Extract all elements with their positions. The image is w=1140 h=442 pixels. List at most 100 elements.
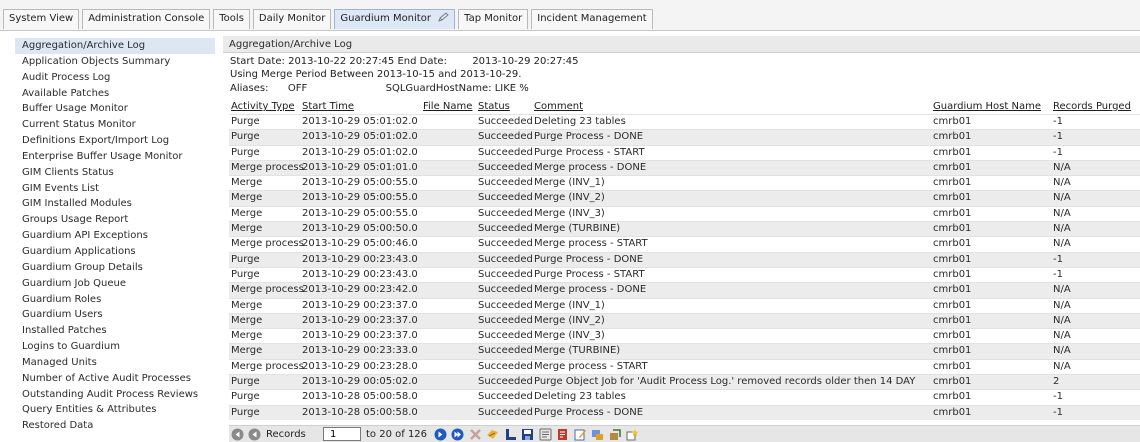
sidebar-item-guardium-job-queue[interactable]: Guardium Job Queue — [15, 276, 215, 292]
cell-host-name: cmrb01 — [933, 360, 972, 372]
edit-icon[interactable] — [574, 428, 587, 441]
column-records-purged[interactable]: Records Purged — [1053, 100, 1131, 114]
cell-activity-type: Merge process — [231, 161, 304, 173]
sidebar-item-current-status-monitor[interactable]: Current Status Monitor — [15, 117, 215, 133]
table-row[interactable]: Purge 2013-10-29 05:01:02.0 Succeeded Purge… — [229, 144, 1140, 160]
sidebar-item-query-entities-attributes[interactable]: Query Entities & Attributes — [15, 402, 215, 418]
tab-system-view[interactable]: System View — [3, 9, 80, 29]
next-page-icon[interactable] — [434, 428, 447, 441]
sidebar-item-enterprise-buffer-usage-monitor[interactable]: Enterprise Buffer Usage Monitor — [15, 149, 215, 165]
table-row[interactable]: Merge 2013-10-29 05:00:50.0 Succeeded Merge… — [229, 221, 1140, 237]
cell-status: Succeeded — [478, 268, 533, 280]
sidebar-item-outstanding-audit-process-reviews[interactable]: Outstanding Audit Process Reviews — [15, 387, 215, 403]
sidebar-item-available-patches[interactable]: Available Patches — [15, 86, 215, 102]
table-row[interactable]: Purge 2013-10-29 00:23:43.0 Succeeded Purge… — [229, 266, 1140, 282]
cell-activity-type: Merge — [231, 177, 263, 189]
save-icon[interactable] — [521, 428, 534, 441]
export-icon[interactable] — [539, 428, 552, 441]
pencil-icon[interactable] — [437, 12, 449, 22]
column-guardium-host-name[interactable]: Guardium Host Name — [933, 100, 1041, 114]
sidebar-item-logins-to-guardium[interactable]: Logins to Guardium — [15, 339, 215, 355]
cell-records-purged: 2 — [1053, 376, 1060, 388]
cell-status: Succeeded — [478, 299, 533, 311]
table-row[interactable]: Merge 2013-10-29 00:23:37.0 Succeeded Merge… — [229, 312, 1140, 329]
favorite-icon[interactable] — [626, 428, 639, 441]
sidebar-item-restored-data[interactable]: Restored Data — [15, 418, 215, 434]
cell-start-time: 2013-10-29 05:00:50.0 — [302, 223, 418, 235]
cell-host-name: cmrb01 — [933, 161, 972, 173]
table-row[interactable]: Purge 2013-10-28 05:00:58.0 Succeeded Delet… — [229, 389, 1140, 404]
sidebar-item-groups-usage-report[interactable]: Groups Usage Report — [15, 212, 215, 228]
sidebar-item-guardium-api-exceptions[interactable]: Guardium API Exceptions — [15, 228, 215, 244]
customize-icon[interactable] — [609, 428, 622, 441]
table-row[interactable]: Merge 2013-10-29 05:00:55.0 Succeeded Merge… — [229, 190, 1140, 206]
aliases-value: OFF — [287, 83, 308, 94]
table-row[interactable]: Merge 2013-10-29 00:23:33.0 Succeeded Merge… — [229, 343, 1140, 359]
tab-administration-console[interactable]: Administration Console — [82, 9, 211, 29]
table-row[interactable]: Merge 2013-10-29 05:00:55.0 Succeeded Merge… — [229, 205, 1140, 221]
sidebar-item-guardium-roles[interactable]: Guardium Roles — [15, 292, 215, 308]
delete-icon[interactable] — [469, 428, 482, 441]
cell-comment: Purge Process - DONE — [534, 253, 644, 265]
sidebar-item-gim-clients-status[interactable]: GIM Clients Status — [15, 165, 215, 181]
page-number-input[interactable] — [323, 427, 361, 441]
merge-period: Using Merge Period Between 2013-10-15 an… — [230, 69, 522, 80]
table-row[interactable]: Merge 2013-10-29 00:23:37.0 Succeeded Merge… — [229, 328, 1140, 343]
column-comment[interactable]: Comment — [534, 100, 583, 114]
table-row[interactable]: Merge 2013-10-29 05:00:55.0 Succeeded Merge… — [229, 175, 1140, 190]
tab-bar: System View Administration Console Tools… — [0, 0, 1140, 31]
table-row[interactable]: Merge process 2013-10-29 05:00:46.0 Succee… — [229, 236, 1140, 251]
column-status[interactable]: Status — [478, 100, 510, 114]
sidebar-item-guardium-group-details[interactable]: Guardium Group Details — [15, 260, 215, 276]
table-row[interactable]: Merge process 2013-10-29 00:23:42.0 Succee… — [229, 282, 1140, 298]
sidebar-item-gim-events-list[interactable]: GIM Events List — [15, 181, 215, 197]
cell-host-name: cmrb01 — [933, 253, 972, 265]
table-row[interactable]: Purge 2013-10-29 05:01:02.0 Succeeded Delet… — [229, 114, 1140, 129]
sidebar-item-number-of-active-audit-processes[interactable]: Number of Active Audit Processes — [15, 371, 215, 387]
tabs: System View Administration Console Tools… — [3, 9, 656, 29]
previous-page-icon[interactable] — [248, 428, 261, 441]
cell-activity-type: Merge — [231, 223, 263, 235]
tab-incident-management[interactable]: Incident Management — [531, 9, 653, 29]
cell-start-time: 2013-10-29 00:23:37.0 — [302, 299, 418, 311]
tab-tap-monitor[interactable]: Tap Monitor — [458, 9, 529, 29]
refresh-icon[interactable] — [486, 428, 499, 441]
column-start-time[interactable]: Start Time — [302, 100, 354, 114]
sidebar-item-application-objects-summary[interactable]: Application Objects Summary — [15, 54, 215, 70]
sidebar-item-audit-process-log[interactable]: Audit Process Log — [15, 70, 215, 86]
sidebar-item-managed-units[interactable]: Managed Units — [15, 355, 215, 371]
column-file-name[interactable]: File Name — [423, 100, 472, 114]
schedule-icon[interactable] — [591, 428, 604, 441]
sidebar-item-guardium-users[interactable]: Guardium Users — [15, 307, 215, 323]
table-row[interactable]: Merge process 2013-10-29 05:01:01.0 Succee… — [229, 159, 1140, 176]
table-row[interactable]: Merge process 2013-10-29 00:23:28.0 Succee… — [229, 358, 1140, 374]
cell-records-purged: N/A — [1053, 284, 1071, 296]
first-page-icon[interactable] — [231, 428, 244, 441]
cell-start-time: 2013-10-29 05:01:02.0 — [302, 146, 418, 158]
panel-title: Aggregation/Archive Log — [223, 36, 1140, 53]
sidebar-item-guardium-applications[interactable]: Guardium Applications — [15, 244, 215, 260]
sidebar-item-definitions-export-import-log[interactable]: Definitions Export/Import Log — [15, 133, 215, 149]
sidebar-item-gim-installed-modules[interactable]: GIM Installed Modules — [15, 196, 215, 212]
pdf-icon[interactable] — [556, 428, 569, 441]
cell-start-time: 2013-10-28 05:00:58.0 — [302, 391, 418, 403]
table-row[interactable]: Purge 2013-10-29 05:01:02.0 Succeeded Purge… — [229, 129, 1140, 145]
sidebar-item-buffer-usage-monitor[interactable]: Buffer Usage Monitor — [15, 101, 215, 117]
cell-comment: Merge (INV_2) — [534, 314, 605, 326]
sidebar-item-aggregation-archive-log[interactable]: Aggregation/Archive Log — [15, 38, 215, 54]
tab-daily-monitor[interactable]: Daily Monitor — [252, 9, 332, 29]
sidebar-item-installed-patches[interactable]: Installed Patches — [15, 323, 215, 339]
cell-status: Succeeded — [478, 146, 533, 158]
table-row[interactable]: Purge 2013-10-28 05:00:58.0 Succeeded Purge… — [229, 404, 1140, 420]
cell-activity-type: Merge — [231, 192, 263, 204]
print-icon[interactable] — [504, 428, 517, 441]
column-activity-type[interactable]: Activity Type — [231, 100, 295, 114]
table-row[interactable]: Purge 2013-10-29 00:05:02.0 Succeeded Purge… — [229, 374, 1140, 390]
cell-start-time: 2013-10-29 05:00:55.0 — [302, 207, 418, 219]
tab-tools[interactable]: Tools — [213, 9, 250, 29]
table-row[interactable]: Purge 2013-10-29 00:23:43.0 Succeeded Purge… — [229, 251, 1140, 267]
table-header: Activity Type Start Time File Name Statu… — [229, 100, 1140, 114]
last-page-icon[interactable] — [451, 428, 464, 441]
table-row[interactable]: Merge 2013-10-29 00:23:37.0 Succeeded Merge… — [229, 297, 1140, 313]
tab-guardium-monitor[interactable]: Guardium Monitor — [334, 9, 456, 29]
